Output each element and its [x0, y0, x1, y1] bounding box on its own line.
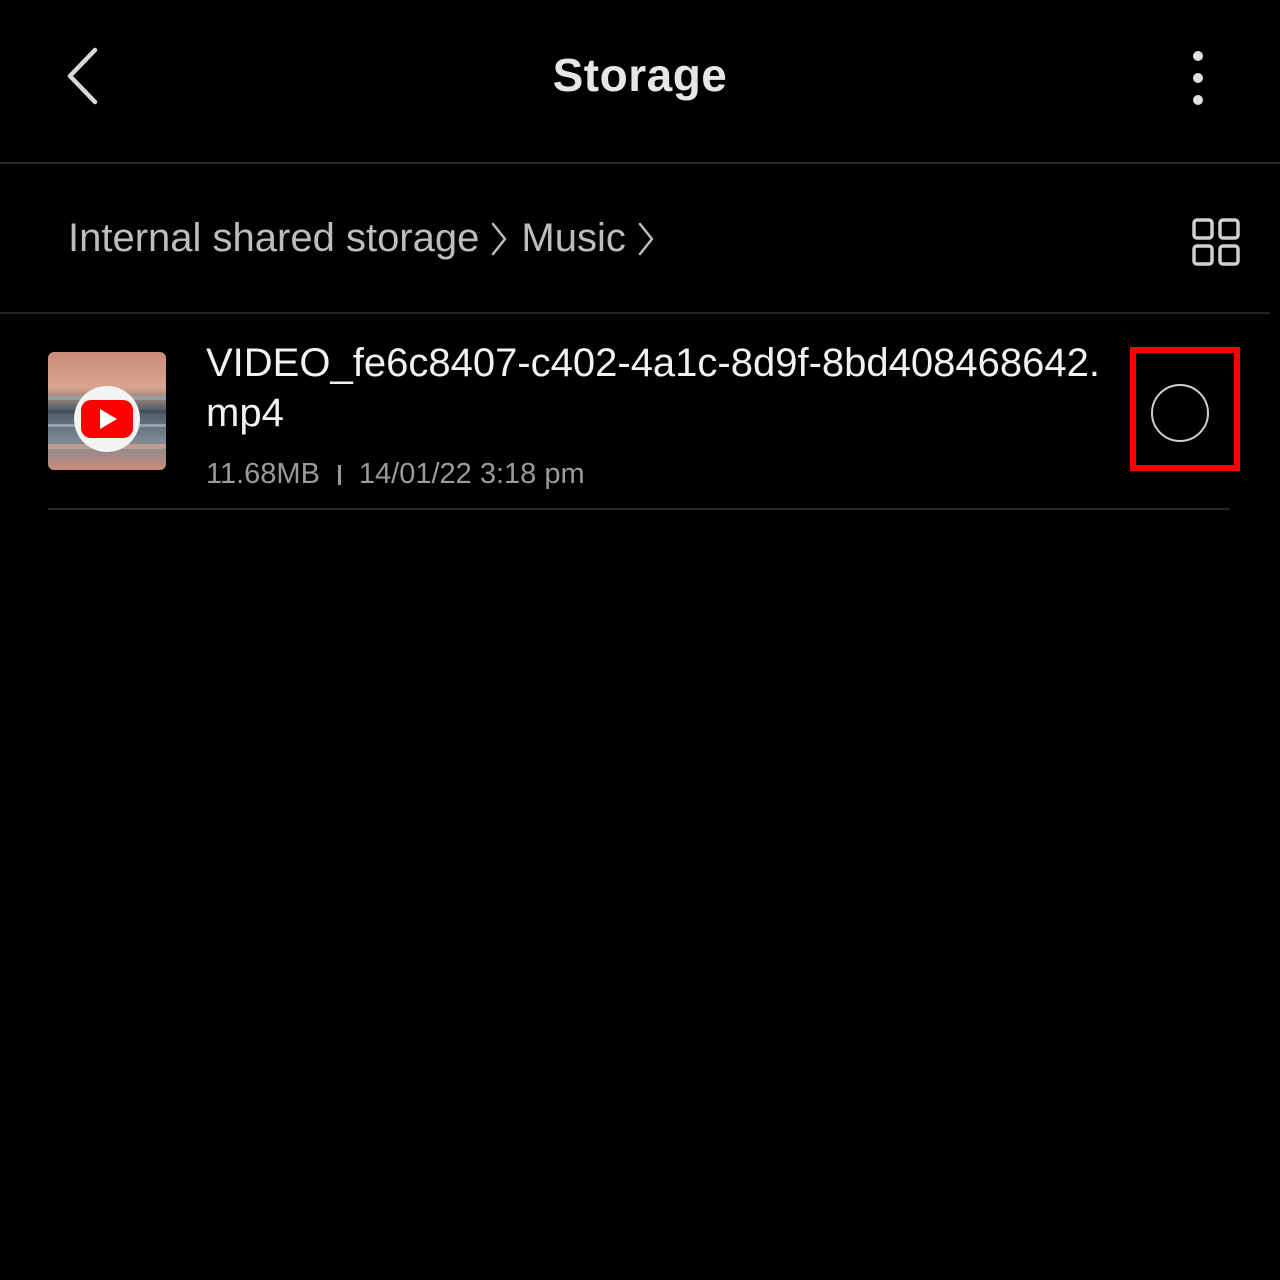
breadcrumb-bar: Internal shared storage Music [0, 166, 1270, 314]
page-title: Storage [552, 49, 728, 101]
meta-divider [337, 464, 341, 485]
chevron-right-icon [638, 222, 654, 256]
grid-view-button[interactable] [1188, 214, 1244, 270]
breadcrumb-music[interactable]: Music [521, 216, 625, 261]
more-vertical-icon [1193, 51, 1203, 105]
file-size: 11.68MB [206, 458, 320, 490]
more-options-button[interactable] [1170, 40, 1226, 116]
file-list-item[interactable]: VIDEO_fe6c8407-c402-4a1c-8d9f-8bd4084686… [48, 330, 1230, 510]
video-thumbnail [48, 352, 166, 470]
app-bar: Storage [0, 0, 1280, 164]
chevron-right-icon [491, 222, 507, 256]
file-meta: 11.68MB 14/01/22 3:18 pm [206, 458, 585, 491]
breadcrumb: Internal shared storage Music [68, 216, 668, 261]
file-manager-screen: Storage Internal shared storage Music VI… [0, 0, 1280, 1280]
youtube-icon [81, 400, 133, 438]
file-date: 14/01/22 3:18 pm [358, 458, 585, 490]
breadcrumb-internal-storage[interactable]: Internal shared storage [68, 216, 479, 261]
select-file-checkbox[interactable] [1151, 384, 1209, 442]
file-name: VIDEO_fe6c8407-c402-4a1c-8d9f-8bd4084686… [206, 341, 1100, 435]
grid-view-icon [1192, 218, 1240, 266]
